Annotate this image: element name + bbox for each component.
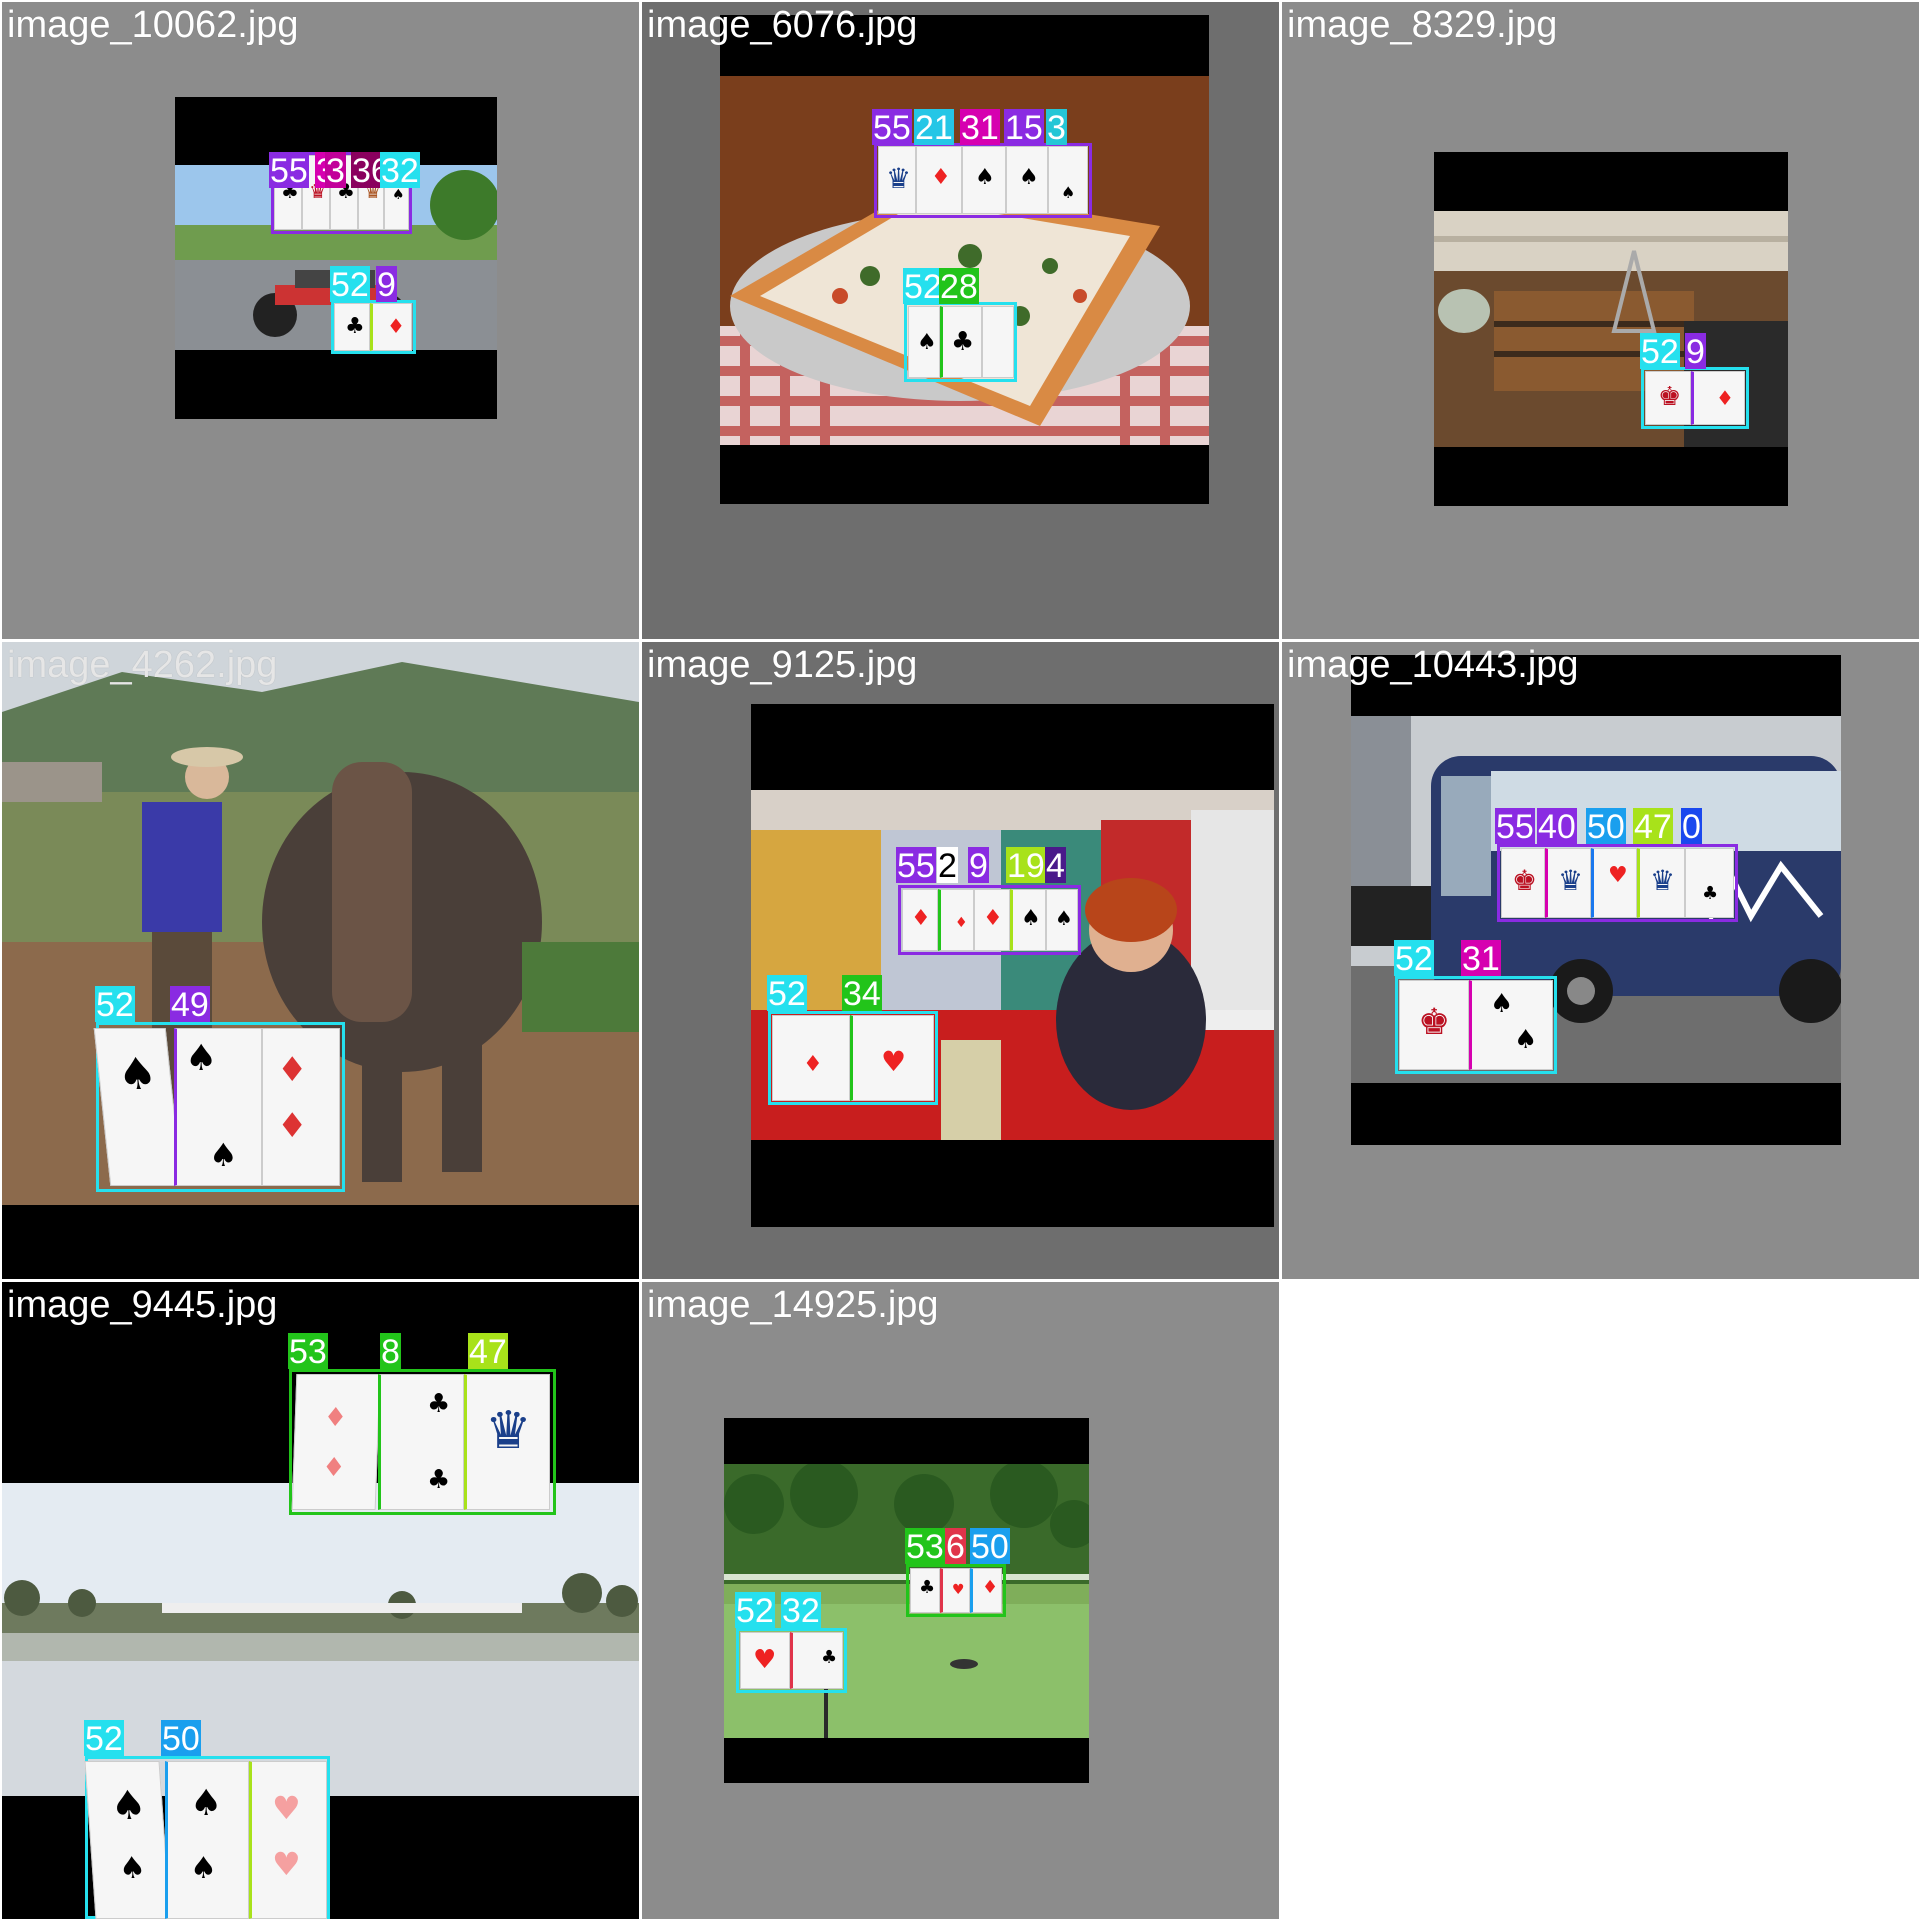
- class-label: 53: [905, 1528, 945, 1566]
- playing-card: ♣: [940, 306, 982, 378]
- class-label: 4: [1045, 847, 1066, 885]
- class-label: 31: [1461, 940, 1501, 978]
- playing-card: ♦: [370, 303, 412, 351]
- playing-card: ♛: [464, 1374, 550, 1510]
- tile-image-10062[interactable]: ♣ ♛ ♣ ♛ ♠ 55 3 3 36 32 ♣ ♦ 52 9 image_10…: [2, 2, 639, 639]
- class-label: 31: [960, 109, 1000, 147]
- class-label: 32: [781, 1592, 821, 1630]
- playing-card: ♣ ♣: [378, 1374, 464, 1510]
- tile-image-14925[interactable]: ♣ ♥ ♦ 53 6 50 ♥ ♣ 52 32 image_14925.jpg: [642, 1282, 1279, 1919]
- class-label: 19: [1006, 847, 1046, 885]
- class-label: 52: [767, 975, 807, 1013]
- playing-card: ♠: [1006, 146, 1048, 214]
- class-label: 52: [903, 268, 943, 306]
- class-label: 55: [896, 847, 936, 885]
- class-label: 28: [939, 268, 979, 306]
- class-label: 55: [1495, 808, 1535, 846]
- tile-image-9445[interactable]: ♦ ♦ ♣ ♣ ♛ 53 8 47 ♠ ♠ ♠ ♠ ♥ ♥ 52 50 image_944…: [2, 1282, 639, 1919]
- playing-card: ♦: [916, 146, 962, 214]
- class-label: 3: [325, 152, 346, 190]
- playing-card: ♠: [1048, 146, 1088, 214]
- file-name: image_4262.jpg: [7, 644, 278, 686]
- class-label: 50: [1586, 808, 1626, 846]
- class-label: 34: [842, 975, 882, 1013]
- class-label: 32: [380, 152, 420, 190]
- playing-card: ♠: [908, 306, 940, 378]
- class-label: 55: [269, 152, 309, 190]
- file-name: image_6076.jpg: [647, 4, 918, 46]
- class-label: 9: [376, 266, 397, 304]
- class-label: 0: [1681, 808, 1702, 846]
- playing-card: ♦: [974, 889, 1010, 951]
- class-label: 50: [161, 1720, 201, 1758]
- playing-card: ♥: [940, 1568, 970, 1613]
- class-label: 2: [937, 847, 958, 885]
- playing-card: ♠: [1046, 889, 1078, 951]
- playing-card: ♚: [1399, 980, 1469, 1070]
- tile-image-10443[interactable]: ♚ ♛ ♥ ♛ ♣ 55 40 50 47 0 ♚ ♠ ♠ 52 31 image…: [1282, 642, 1919, 1279]
- playing-card: ♦: [938, 889, 974, 951]
- playing-card: ♚: [1501, 848, 1545, 918]
- class-label: 15: [1004, 109, 1044, 147]
- class-label: 40: [1537, 808, 1577, 846]
- class-label: 21: [914, 109, 954, 147]
- class-label: 9: [968, 847, 989, 885]
- class-label: 8: [380, 1333, 401, 1371]
- file-name: image_9445.jpg: [7, 1284, 278, 1326]
- playing-card: [982, 306, 1014, 378]
- class-label: 50: [970, 1528, 1010, 1566]
- class-label: 47: [1633, 808, 1673, 846]
- playing-card: ♠ ♠: [1469, 980, 1553, 1070]
- playing-card: ♛: [1637, 848, 1685, 918]
- playing-card: ♦ ♦: [262, 1028, 340, 1186]
- class-label: 55: [872, 109, 912, 147]
- playing-card: ♥: [1591, 848, 1637, 918]
- class-label: 3: [1046, 109, 1067, 147]
- playing-card: ♣: [1685, 848, 1734, 918]
- file-name: image_9125.jpg: [647, 644, 918, 686]
- class-label: 52: [1640, 333, 1680, 371]
- empty-cell: [1282, 1282, 1919, 1919]
- playing-card: ♥ ♥: [249, 1761, 327, 1919]
- tile-image-9125[interactable]: ♦ ♦ ♦ ♠ ♠ 55 2 9 19 4 ♦ ♥ 52 34 image_91…: [642, 642, 1279, 1279]
- playing-card: ♦: [1691, 371, 1745, 425]
- class-label: 52: [1394, 940, 1434, 978]
- tile-image-6076[interactable]: ♛ ♦ ♠ ♠ ♠ 55 21 31 15 3 ♠ ♣ 52 28 image_…: [642, 2, 1279, 639]
- playing-card: ♠ ♠: [165, 1761, 249, 1919]
- class-label: 52: [330, 266, 370, 304]
- playing-card: ♦: [772, 1015, 850, 1101]
- playing-card: ♦: [970, 1568, 1002, 1613]
- file-name: image_14925.jpg: [647, 1284, 939, 1326]
- class-label: 52: [95, 986, 135, 1024]
- playing-card: ♦ ♦: [291, 1374, 381, 1510]
- tile-image-4262[interactable]: ♠ ♠ ♠ ♦ ♦ 52 49 image_4262.jpg: [2, 642, 639, 1279]
- playing-card: ♛: [878, 146, 916, 214]
- file-name: image_8329.jpg: [1287, 4, 1558, 46]
- class-label: 52: [735, 1592, 775, 1630]
- playing-card: ♥: [850, 1015, 934, 1101]
- playing-card: ♠: [1010, 889, 1046, 951]
- playing-card: ♦: [902, 889, 938, 951]
- playing-card: ♥: [740, 1632, 790, 1689]
- playing-card: ♛: [1545, 848, 1591, 918]
- playing-card: ♣: [790, 1632, 843, 1689]
- playing-card: ♚: [1645, 371, 1691, 425]
- class-label: 47: [468, 1333, 508, 1371]
- class-label: 49: [170, 986, 210, 1024]
- file-name: image_10062.jpg: [7, 4, 299, 46]
- playing-card: ♣: [334, 303, 370, 351]
- tile-image-8329[interactable]: ♚ ♦ 52 9 image_8329.jpg: [1282, 2, 1919, 639]
- class-label: 52: [84, 1720, 124, 1758]
- class-label: 6: [945, 1528, 966, 1566]
- class-label: 9: [1685, 333, 1706, 371]
- playing-card: ♠ ♠: [174, 1028, 262, 1186]
- playing-card: ♣: [910, 1568, 940, 1613]
- playing-card: ♠ ♠: [84, 1761, 171, 1919]
- playing-card: ♠: [962, 146, 1006, 214]
- file-name: image_10443.jpg: [1287, 644, 1579, 686]
- class-label: 53: [288, 1333, 328, 1371]
